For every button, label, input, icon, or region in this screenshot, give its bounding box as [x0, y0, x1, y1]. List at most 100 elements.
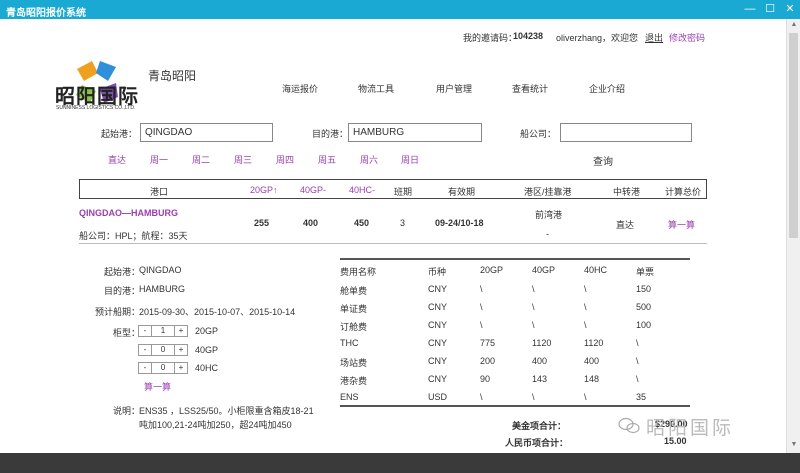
note-line-1: ENS35 ，LSS25/50。小柜限重含箱皮18-21 [139, 406, 314, 416]
day-filter-sat[interactable]: 周六 [360, 153, 378, 166]
day-filter-thu[interactable]: 周四 [276, 153, 294, 166]
fee-cell-fee-name: ENS [340, 392, 359, 402]
fee-cell-40gp: 143 [532, 374, 548, 384]
sailing-dates: 2015-09-30、2015-10-07、2015-10-14 [139, 307, 296, 317]
query-button[interactable]: 查询 [593, 153, 613, 168]
fee-cell-fee-name: 场站费 [340, 358, 368, 368]
fee-cell-currency: CNY [428, 284, 448, 294]
maximize-button[interactable]: ☐ [762, 2, 778, 16]
decrement-button[interactable]: - [139, 326, 151, 336]
detail-dest-label: 目的港： [104, 286, 141, 296]
fee-header-20gp: 20GP [480, 265, 504, 275]
col-validity: 有效期 [448, 187, 476, 197]
fee-cell-currency: CNY [428, 338, 448, 348]
fee-cell-40hc: \ [584, 392, 587, 402]
fee-header-per-bill: 单票 [636, 267, 655, 277]
col-40gp[interactable]: 40GP- [300, 185, 326, 195]
fee-cell-currency: CNY [428, 302, 448, 312]
fee-cell-fee-name: 舱单费 [340, 286, 368, 296]
change-password-link[interactable]: 修改密码 [669, 31, 705, 44]
fee-header-40hc: 40HC [584, 265, 608, 275]
brand-name-en: SUNNINESS LOGISTICS CO.,LTD. [56, 105, 136, 111]
fee-cell-currency: USD [428, 392, 448, 402]
nav-logistics-tools[interactable]: 物流工具 [358, 82, 394, 95]
dest-port-input[interactable] [348, 123, 482, 142]
fee-cell-per-bill: \ [636, 374, 639, 384]
terminal-sub-value: - [546, 229, 549, 239]
col-calc-total: 计算总价 [665, 187, 702, 197]
qty-value[interactable]: 0 [151, 345, 175, 355]
nav-sea-freight-quote[interactable]: 海运报价 [282, 82, 318, 95]
origin-port-label: 起始港： [101, 129, 138, 139]
fee-cell-20gp: \ [480, 320, 483, 330]
fee-cell-per-bill: 100 [636, 320, 652, 330]
fee-cell-fee-name: 港杂费 [340, 376, 368, 386]
box-type-40gp: 40GP [195, 345, 219, 355]
increment-button[interactable]: + [175, 363, 187, 373]
title-bar: 青岛昭阳报价系统 — ☐ ✕ [0, 0, 800, 19]
col-20gp[interactable]: 20GP↑ [250, 185, 278, 195]
validity-value: 09-24/10-18 [435, 218, 484, 228]
qty-value[interactable]: 1 [151, 326, 175, 336]
fee-cell-fee-name: 单证费 [340, 304, 368, 314]
fees-top-rule [340, 258, 690, 260]
bottom-bar [0, 453, 800, 473]
scroll-thumb[interactable] [789, 33, 798, 238]
carrier-input[interactable] [560, 123, 692, 142]
cny-total-label: 人民币项合计： [505, 438, 569, 448]
dest-port-label: 目的港： [312, 129, 349, 139]
row-divider [79, 243, 707, 244]
fee-cell-currency: CNY [428, 356, 448, 366]
watermark-text: 昭阳国际 [646, 418, 735, 439]
transit-value: 直达 [616, 220, 635, 230]
fee-cell-20gp: \ [480, 284, 483, 294]
app-client-area: 我的邀请码： 104238 oliverzhang，欢迎您 退出 修改密码 昭阳… [0, 19, 786, 453]
fee-cell-currency: CNY [428, 320, 448, 330]
day-filter-mon[interactable]: 周一 [150, 153, 168, 166]
vertical-scrollbar[interactable]: ▲ ▼ [786, 19, 800, 453]
nav-user-management[interactable]: 用户管理 [436, 82, 472, 95]
fee-cell-20gp: 200 [480, 356, 496, 366]
day-filter-tue[interactable]: 周二 [192, 153, 210, 166]
fee-cell-40hc: 148 [584, 374, 600, 384]
usd-total-label: 美金项合计： [512, 421, 567, 431]
detail-calc-link[interactable]: 算一算 [144, 380, 171, 393]
qty-value[interactable]: 0 [151, 363, 175, 373]
price-40gp: 400 [303, 218, 319, 228]
fee-cell-40hc: 400 [584, 356, 600, 366]
fee-header-fee-name: 费用名称 [340, 267, 377, 277]
increment-button[interactable]: + [175, 326, 187, 336]
day-filter-wed[interactable]: 周三 [234, 153, 252, 166]
day-filter-sun[interactable]: 周日 [401, 153, 419, 166]
qty-stepper-40hc[interactable]: - 0 + [138, 362, 188, 374]
scroll-down-icon[interactable]: ▼ [787, 439, 800, 451]
logout-link[interactable]: 退出 [645, 31, 663, 44]
nav-company-intro[interactable]: 企业介绍 [589, 82, 625, 95]
fee-header-currency: 币种 [428, 267, 447, 277]
origin-port-input[interactable] [140, 123, 273, 142]
decrement-button[interactable]: - [139, 345, 151, 355]
day-filter-fri[interactable]: 周五 [318, 153, 336, 166]
note-line-2: 吨加100,21-24吨加250，超24吨加450 [139, 420, 292, 430]
col-40hc[interactable]: 40HC- [349, 185, 375, 195]
carrier-label: 船公司： [520, 129, 557, 139]
fee-cell-40gp: \ [532, 302, 535, 312]
day-filter-direct[interactable]: 直达 [108, 153, 126, 166]
col-transit: 中转港 [613, 187, 641, 197]
carrier-voyage-info: 船公司：HPL；航程：35天 [79, 231, 188, 241]
scroll-up-icon[interactable]: ▲ [787, 19, 800, 31]
increment-button[interactable]: + [175, 345, 187, 355]
fee-cell-per-bill: 35 [636, 392, 647, 402]
fee-cell-fee-name: 订舱费 [340, 322, 368, 332]
qty-stepper-20gp[interactable]: - 1 + [138, 325, 188, 337]
fee-cell-40gp: \ [532, 392, 535, 402]
decrement-button[interactable]: - [139, 363, 151, 373]
box-type-20gp: 20GP [195, 326, 219, 336]
calc-link[interactable]: 算一算 [668, 218, 695, 231]
fee-header-40gp: 40GP [532, 265, 556, 275]
nav-statistics[interactable]: 查看统计 [512, 82, 548, 95]
close-button[interactable]: ✕ [782, 2, 798, 16]
qty-stepper-40gp[interactable]: - 0 + [138, 344, 188, 356]
box-type-40hc: 40HC [195, 363, 219, 373]
minimize-button[interactable]: — [742, 2, 758, 16]
